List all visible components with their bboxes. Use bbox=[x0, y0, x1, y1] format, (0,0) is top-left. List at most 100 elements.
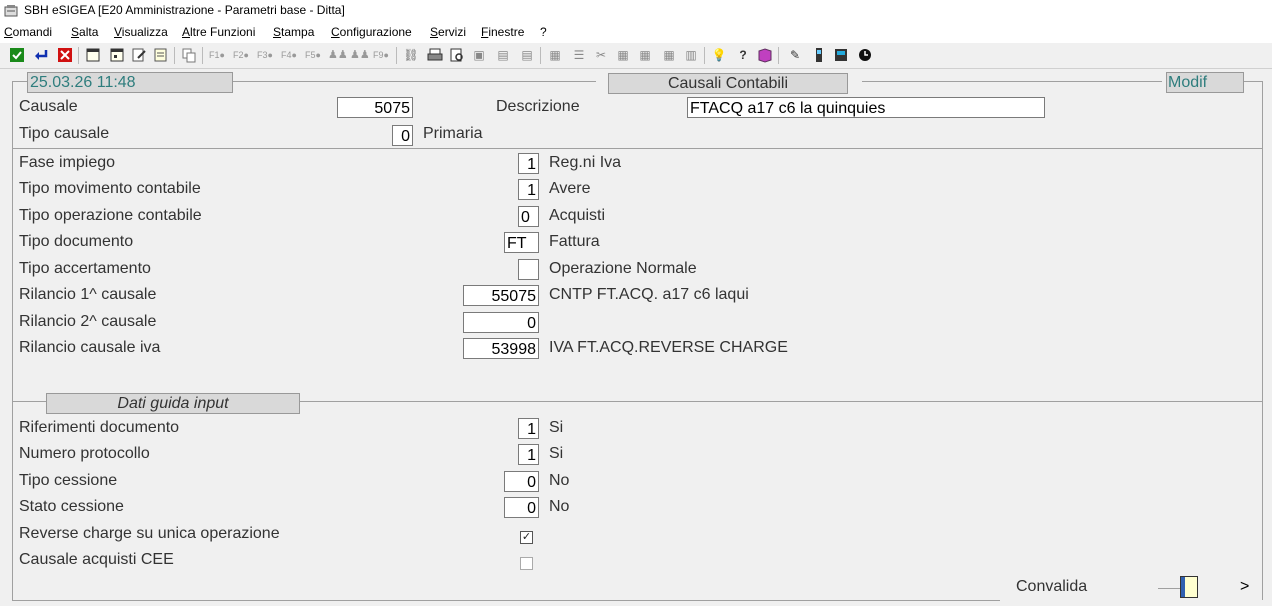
fase-impiego-field[interactable]: 1 bbox=[518, 153, 539, 174]
causale-field[interactable]: 5075 bbox=[337, 97, 413, 118]
numero-protocollo-field[interactable]: 1 bbox=[518, 444, 539, 465]
stato-cessione-field[interactable]: 0 bbox=[504, 497, 539, 518]
numero-protocollo-text: Si bbox=[549, 445, 564, 462]
f1-icon[interactable]: F1● bbox=[208, 47, 226, 64]
print2-icon[interactable]: ▤ bbox=[494, 47, 512, 64]
tipo-accertamento-text: Operazione Normale bbox=[549, 260, 697, 277]
menu-servizi[interactable]: Servizi bbox=[430, 25, 466, 39]
enter-icon[interactable] bbox=[32, 47, 50, 64]
rilancio-iva-field[interactable]: 53998 bbox=[463, 338, 539, 359]
link-icon[interactable]: ⛓ bbox=[402, 47, 420, 64]
menu-stampa[interactable]: Stampa bbox=[273, 25, 314, 39]
image-icon[interactable]: ▣ bbox=[470, 47, 488, 64]
form-panel: 25.03.26 11:48 Causali Contabili Modif C… bbox=[0, 69, 1272, 606]
menu-bar: Comandi Salta Visualizza Altre Funzioni … bbox=[0, 22, 1272, 43]
fase-impiego-text: Reg.ni Iva bbox=[549, 154, 622, 171]
section-divider bbox=[12, 148, 1262, 149]
menu-salta[interactable]: Salta bbox=[71, 25, 98, 39]
list-icon[interactable]: ☰ bbox=[570, 47, 588, 64]
causale-cee-checkbox[interactable] bbox=[520, 557, 533, 570]
tipo-movimento-text: Avere bbox=[549, 180, 591, 197]
calendar-icon[interactable] bbox=[84, 47, 102, 64]
rilancio-1-field[interactable]: 55075 bbox=[463, 285, 539, 306]
frame-line bbox=[1244, 81, 1262, 82]
f9-icon[interactable]: F9● bbox=[372, 47, 390, 64]
edit-icon[interactable] bbox=[130, 47, 148, 64]
write-icon[interactable]: ✎ bbox=[786, 47, 804, 64]
tipo-operazione-text: Acquisti bbox=[549, 207, 606, 224]
convalida-button-accent bbox=[1181, 577, 1185, 597]
menu-altre-funzioni[interactable]: Altre Funzioni bbox=[182, 25, 255, 39]
menu-comandi[interactable]: Comandi bbox=[4, 25, 52, 39]
copy-icon[interactable] bbox=[180, 47, 198, 64]
menu-finestre[interactable]: Finestre bbox=[481, 25, 524, 39]
tipo-cessione-text: No bbox=[549, 472, 570, 489]
frame-line bbox=[12, 600, 1000, 601]
grid2-icon[interactable]: ▦ bbox=[614, 47, 632, 64]
toolbar-separator bbox=[704, 47, 705, 64]
toolbar: F1● F2● F3● F4● F5● ♟♟ ♟♟ F9● ⛓ ▣ ▤ ▤ ▦ … bbox=[0, 43, 1272, 69]
rilancio-2-field[interactable]: 0 bbox=[463, 312, 539, 333]
causale-label: Causale bbox=[19, 98, 78, 115]
tipo-cessione-label: Tipo cessione bbox=[19, 472, 118, 489]
section-divider bbox=[12, 401, 46, 402]
rilancio-1-label: Rilancio 1^ causale bbox=[19, 286, 157, 303]
book-icon[interactable] bbox=[756, 47, 774, 64]
tipo-causale-label: Tipo causale bbox=[19, 125, 110, 142]
tools-icon[interactable]: ✂ bbox=[592, 47, 610, 64]
users2-icon[interactable]: ♟♟ bbox=[350, 47, 370, 64]
rilancio-iva-label: Rilancio causale iva bbox=[19, 339, 161, 356]
menu-help[interactable]: ? bbox=[540, 25, 547, 39]
tipo-accertamento-field[interactable] bbox=[518, 259, 539, 280]
preview-icon[interactable] bbox=[448, 47, 466, 64]
print3-icon[interactable]: ▤ bbox=[518, 47, 536, 64]
menu-configurazione[interactable]: Configurazione bbox=[331, 25, 412, 39]
grid3-icon[interactable]: ▦ bbox=[636, 47, 654, 64]
fase-impiego-label: Fase impiego bbox=[19, 154, 116, 171]
tipo-causale-field[interactable]: 0 bbox=[392, 125, 413, 146]
grid-icon[interactable]: ▦ bbox=[546, 47, 564, 64]
tipo-documento-label: Tipo documento bbox=[19, 233, 134, 250]
riferimenti-documento-field[interactable]: 1 bbox=[518, 418, 539, 439]
calendar2-icon[interactable] bbox=[108, 47, 126, 64]
rilancio-iva-text: IVA FT.ACQ.REVERSE CHARGE bbox=[549, 339, 788, 356]
cancel-icon[interactable] bbox=[56, 47, 74, 64]
f5-icon[interactable]: F5● bbox=[304, 47, 322, 64]
numero-protocollo-label: Numero protocollo bbox=[19, 445, 150, 462]
users-icon[interactable]: ♟♟ bbox=[328, 47, 348, 64]
tipo-movimento-label: Tipo movimento contabile bbox=[19, 180, 201, 197]
ok-icon[interactable] bbox=[8, 47, 26, 64]
stato-cessione-label: Stato cessione bbox=[19, 498, 124, 515]
reverse-charge-checkbox[interactable]: ✓ bbox=[520, 531, 533, 544]
grid4-icon[interactable]: ▦ bbox=[660, 47, 678, 64]
tipo-documento-field[interactable]: FT bbox=[504, 232, 539, 253]
help-icon[interactable]: ? bbox=[734, 47, 752, 64]
section-title: Causali Contabili bbox=[608, 73, 848, 94]
tipo-operazione-field[interactable]: 0 bbox=[518, 206, 539, 227]
convalida-button[interactable] bbox=[1180, 576, 1198, 598]
clock-icon[interactable] bbox=[856, 47, 874, 64]
calc-icon[interactable] bbox=[832, 47, 850, 64]
frame-line bbox=[1262, 81, 1263, 600]
menu-visualizza[interactable]: Visualizza bbox=[114, 25, 168, 39]
f2-icon[interactable]: F2● bbox=[232, 47, 250, 64]
tipo-cessione-field[interactable]: 0 bbox=[504, 471, 539, 492]
f3-icon[interactable]: F3● bbox=[256, 47, 274, 64]
datetime-display: 25.03.26 11:48 bbox=[27, 72, 233, 93]
tipo-movimento-field[interactable]: 1 bbox=[518, 179, 539, 200]
next-arrow[interactable]: > bbox=[1240, 578, 1249, 596]
print-icon[interactable] bbox=[426, 47, 444, 64]
f4-icon[interactable]: F4● bbox=[280, 47, 298, 64]
phone-icon[interactable] bbox=[810, 47, 828, 64]
section-divider bbox=[300, 401, 1262, 402]
note-icon[interactable] bbox=[152, 47, 170, 64]
convalida-line bbox=[1158, 588, 1180, 589]
riferimenti-documento-text: Si bbox=[549, 419, 564, 436]
reverse-charge-label: Reverse charge su unica operazione bbox=[19, 525, 280, 542]
bulb-icon[interactable]: 💡 bbox=[710, 47, 728, 64]
chart-icon[interactable]: ▥ bbox=[682, 47, 700, 64]
frame-line bbox=[12, 81, 27, 82]
descrizione-field[interactable]: FTACQ a17 c6 la quinquies bbox=[687, 97, 1045, 118]
stato-cessione-text: No bbox=[549, 498, 570, 515]
frame-line bbox=[862, 81, 1162, 82]
